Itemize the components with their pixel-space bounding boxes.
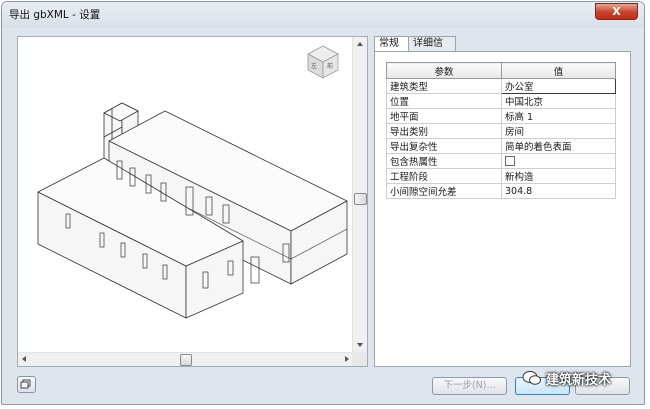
table-row[interactable]: 包含热属性	[386, 153, 616, 169]
building-model: 左 前	[37, 45, 348, 319]
window-title: 导出 gbXML - 设置	[9, 9, 101, 21]
table-row[interactable]: 地平面 标高 1	[386, 108, 616, 124]
param-export-category: 导出类别	[386, 123, 502, 139]
general-tab-panel: 参数 值 建筑类型 办公室 位置 中国北京 地平面 标高 1 导出类别 房间 导…	[374, 51, 631, 367]
3d-model-viewport[interactable]: 左 前	[17, 36, 368, 367]
table-row[interactable]: 导出复杂性 简单的着色表面	[386, 138, 616, 154]
value-export-category[interactable]: 房间	[501, 123, 616, 139]
window-restore-icon	[20, 379, 31, 389]
scroll-down-icon[interactable]	[357, 343, 363, 347]
export-gbxml-dialog: 导出 gbXML - 设置 X 左 前 常规 详细信 参数 值 建筑类型 办公室…	[1, 1, 645, 405]
watermark-text: 建筑新技术	[546, 373, 612, 388]
value-ground-plane[interactable]: 标高 1	[501, 108, 616, 124]
param-sliver-space-tolerance: 小间隙空间允差	[386, 183, 502, 199]
column-header-value: 值	[501, 62, 616, 79]
vertical-scroll-thumb[interactable]	[354, 193, 367, 205]
horizontal-scrollbar[interactable]	[18, 352, 353, 366]
next-button[interactable]: 下一步(N)...	[432, 377, 507, 395]
parameter-table: 参数 值 建筑类型 办公室 位置 中国北京 地平面 标高 1 导出类别 房间 导…	[386, 62, 616, 199]
close-button[interactable]: X	[595, 3, 638, 20]
value-location[interactable]: 中国北京	[501, 93, 616, 109]
param-ground-plane: 地平面	[386, 108, 502, 124]
view-options-button[interactable]	[17, 376, 36, 393]
tab-details[interactable]: 详细信息	[408, 36, 456, 63]
param-export-complexity: 导出复杂性	[386, 138, 502, 154]
table-header-row: 参数 值	[386, 62, 616, 79]
vertical-scrollbar[interactable]	[352, 37, 367, 352]
thermal-properties-checkbox[interactable]	[505, 156, 515, 166]
table-row[interactable]: 工程阶段 新构造	[386, 168, 616, 184]
param-building-type: 建筑类型	[386, 78, 502, 94]
table-row[interactable]: 小间隙空间允差 304.8	[386, 183, 616, 199]
table-row[interactable]: 建筑类型 办公室	[386, 78, 616, 94]
value-export-complexity[interactable]: 简单的着色表面	[501, 138, 616, 154]
scroll-right-icon[interactable]	[345, 356, 349, 362]
param-project-phase: 工程阶段	[386, 168, 502, 184]
viewcube-icon[interactable]: 左 前	[307, 45, 339, 79]
scroll-left-icon[interactable]	[22, 356, 26, 362]
close-icon: X	[612, 5, 621, 18]
column-header-parameter: 参数	[386, 62, 502, 79]
viewcube-face-front: 前	[327, 62, 333, 70]
title-bar: 导出 gbXML - 设置 X	[2, 2, 644, 28]
value-building-type[interactable]: 办公室	[501, 78, 616, 94]
param-include-thermal-properties: 包含热属性	[386, 153, 502, 169]
value-project-phase[interactable]: 新构造	[501, 168, 616, 184]
value-sliver-space-tolerance[interactable]: 304.8	[501, 183, 616, 199]
param-location: 位置	[386, 93, 502, 109]
wechat-logo-icon	[522, 371, 541, 385]
table-row[interactable]: 位置 中国北京	[386, 93, 616, 109]
scroll-up-icon[interactable]	[357, 42, 363, 46]
horizontal-scroll-thumb[interactable]	[180, 354, 192, 366]
scroll-corner	[352, 352, 367, 366]
viewcube-face-left: 左	[311, 62, 317, 70]
watermark: 建筑新技术	[522, 368, 632, 388]
tab-general[interactable]: 常规	[374, 36, 409, 52]
table-row[interactable]: 导出类别 房间	[386, 123, 616, 139]
value-include-thermal-properties[interactable]	[501, 153, 616, 169]
